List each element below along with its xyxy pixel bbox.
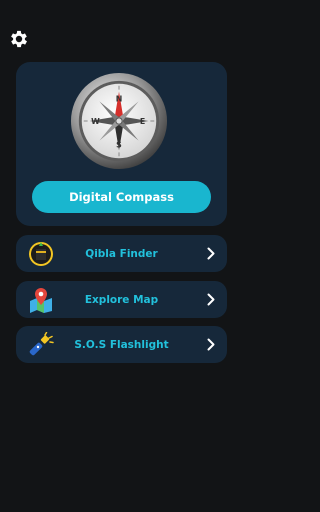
menu-item-explore-map[interactable]: Explore Map [16, 281, 227, 318]
menu-item-label: Explore Map [84, 293, 159, 306]
compass-icon: N S E W [70, 72, 168, 170]
digital-compass-button[interactable]: Digital Compass [32, 181, 211, 213]
compass-north-letter: N [116, 94, 123, 103]
digital-compass-button-label: Digital Compass [69, 190, 174, 204]
gear-icon[interactable] [8, 28, 30, 50]
compass-east-letter: E [140, 117, 145, 126]
chevron-right-icon [207, 247, 215, 260]
chevron-right-icon [207, 338, 215, 351]
compass-south-letter: S [116, 140, 122, 149]
compass-west-letter: W [91, 117, 100, 126]
compass-card: N S E W Digital Compass [16, 62, 227, 226]
menu-item-label: S.O.S Flashlight [74, 338, 169, 351]
menu-item-qibla-finder[interactable]: Qibla Finder [16, 235, 227, 272]
menu-item-label: Qibla Finder [85, 247, 158, 260]
menu-item-sos-flashlight[interactable]: S.O.S Flashlight [16, 326, 227, 363]
chevron-right-icon [207, 293, 215, 306]
